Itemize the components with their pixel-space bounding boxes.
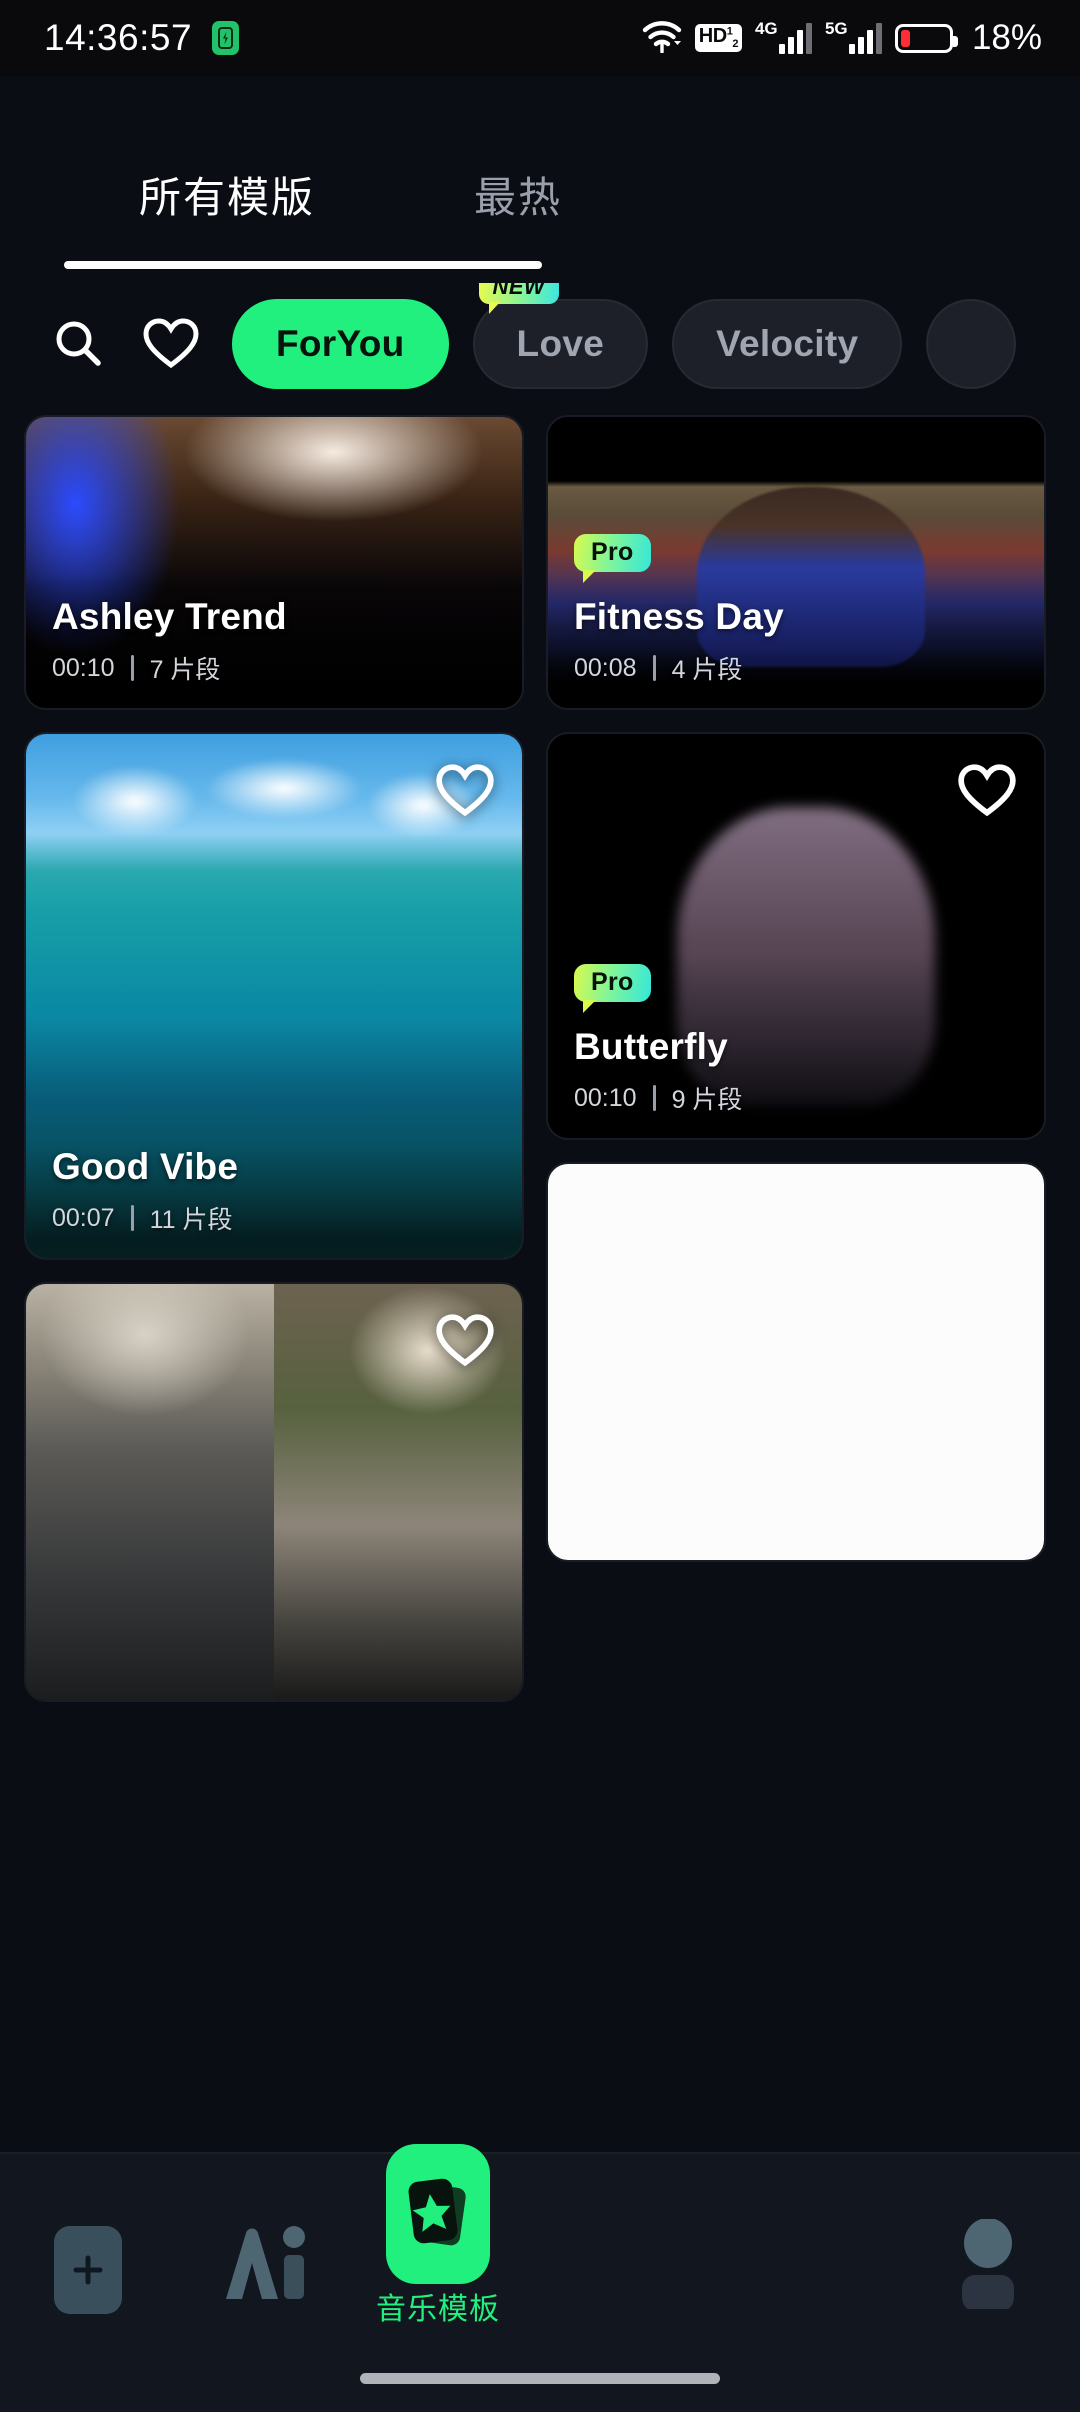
signal-5g-icon: 5G — [825, 19, 882, 54]
template-card-fitness-day[interactable]: Pro Fitness Day 00:08 4 片段 — [546, 415, 1046, 710]
chip-label: Velocity — [716, 323, 859, 364]
battery-charging-icon — [212, 21, 240, 55]
template-clip-count: 4 片段 — [671, 656, 743, 684]
tab-hottest[interactable]: 最热 — [474, 164, 562, 225]
template-card-butterfly[interactable]: Pro Butterfly 00:10 9 片段 — [546, 732, 1046, 1140]
template-title: Fitness Day — [574, 596, 784, 637]
hd-voice-icon: HD12 — [694, 24, 742, 52]
favorite-heart-icon[interactable] — [956, 760, 1018, 822]
favorite-heart-icon[interactable] — [434, 760, 496, 822]
status-bar-right: HD12 4G 5G 18% — [642, 18, 1042, 58]
pro-badge: Pro — [574, 534, 651, 583]
template-subinfo: 00:07 11 片段 — [52, 1200, 502, 1236]
chip-label: Love — [516, 323, 605, 364]
template-title: Ashley Trend — [52, 596, 287, 637]
template-card-blank[interactable] — [546, 1162, 1046, 1562]
nav-item-profile[interactable] — [888, 2218, 1080, 2324]
template-duration: 00:08 — [574, 653, 637, 682]
heart-outline-icon[interactable] — [133, 317, 208, 371]
template-duration: 00:07 — [52, 1203, 115, 1232]
battery-icon — [894, 23, 958, 53]
top-tab-bar: 所有模版 最热 — [0, 76, 1080, 276]
status-bar-left: 14:36:57 — [44, 17, 240, 59]
template-meta: Fitness Day 00:08 4 片段 — [574, 596, 1024, 686]
meta-separator — [652, 655, 656, 681]
nav-item-music-template[interactable] — [386, 2144, 490, 2284]
tab-active-underline — [64, 261, 542, 269]
profile-person-icon — [948, 2218, 1028, 2314]
thumbnail-left-half — [26, 1284, 274, 1700]
meta-separator — [652, 1085, 656, 1111]
template-duration: 00:10 — [52, 653, 115, 682]
template-subinfo: 00:10 7 片段 — [52, 650, 502, 686]
favorite-heart-icon[interactable] — [434, 1310, 496, 1372]
template-title: Good Vibe — [52, 1146, 239, 1187]
chip-foryou[interactable]: ForYou — [232, 299, 449, 389]
template-grid[interactable]: Ashley Trend 00:10 7 片段 Good Vibe 00:07 … — [0, 415, 1080, 2160]
home-indicator[interactable] — [360, 2373, 720, 2384]
tab-all-templates[interactable]: 所有模版 — [139, 164, 315, 225]
meta-separator — [130, 655, 134, 681]
plus-icon — [54, 2226, 122, 2314]
template-clip-count: 9 片段 — [671, 1086, 743, 1114]
app-screen: 14:36:57 HD12 4G 5G 18% 所有模版 最热 ForYou N… — [0, 0, 1080, 2412]
template-card-good-vibe[interactable]: Good Vibe 00:07 11 片段 — [24, 732, 524, 1260]
template-duration: 00:10 — [574, 1083, 637, 1112]
ai-icon — [216, 2219, 312, 2314]
template-meta: Butterfly 00:10 9 片段 — [574, 1026, 1024, 1116]
chip-label: ForYou — [276, 323, 405, 364]
template-meta: Ashley Trend 00:10 7 片段 — [52, 596, 502, 686]
chip-next-partial[interactable] — [926, 299, 1017, 389]
template-meta: Good Vibe 00:07 11 片段 — [52, 1146, 502, 1236]
pro-badge: Pro — [574, 964, 651, 1013]
music-template-cards-star-icon — [408, 2178, 466, 2246]
template-title: Butterfly — [574, 1026, 728, 1067]
template-card-couple[interactable] — [24, 1282, 524, 1702]
wifi-icon — [642, 19, 682, 58]
template-thumbnail — [548, 1164, 1044, 1560]
status-time: 14:36:57 — [44, 17, 193, 58]
grid-column-left: Ashley Trend 00:10 7 片段 Good Vibe 00:07 … — [24, 415, 524, 1724]
filter-chip-bar[interactable]: ForYou NEW Love Velocity — [0, 283, 1080, 405]
template-card-ashley-trend[interactable]: Ashley Trend 00:10 7 片段 — [24, 415, 524, 710]
chip-love[interactable]: NEW Love — [472, 283, 649, 389]
template-clip-count: 7 片段 — [149, 656, 221, 684]
template-subinfo: 00:10 9 片段 — [574, 1080, 1024, 1116]
signal-4g-icon: 4G — [755, 19, 812, 54]
chip-velocity[interactable]: Velocity — [672, 299, 903, 389]
nav-item-create[interactable] — [0, 2226, 188, 2324]
nav-item-ai[interactable] — [164, 2219, 364, 2324]
status-bar: 14:36:57 HD12 4G 5G 18% — [0, 0, 1080, 76]
search-icon[interactable] — [40, 316, 115, 372]
template-subinfo: 00:08 4 片段 — [574, 650, 1024, 686]
grid-column-right: Pro Fitness Day 00:08 4 片段 Pro Butterfly… — [546, 415, 1046, 1584]
new-badge: NEW — [478, 283, 560, 314]
template-clip-count: 11 片段 — [149, 1206, 233, 1234]
bottom-navigation-bar[interactable]: 音乐模板 — [0, 2144, 1080, 2412]
nav-item-label-music-template: 音乐模板 — [376, 2293, 500, 2326]
meta-separator — [130, 1205, 134, 1231]
battery-percent-label: 18% — [971, 18, 1042, 57]
